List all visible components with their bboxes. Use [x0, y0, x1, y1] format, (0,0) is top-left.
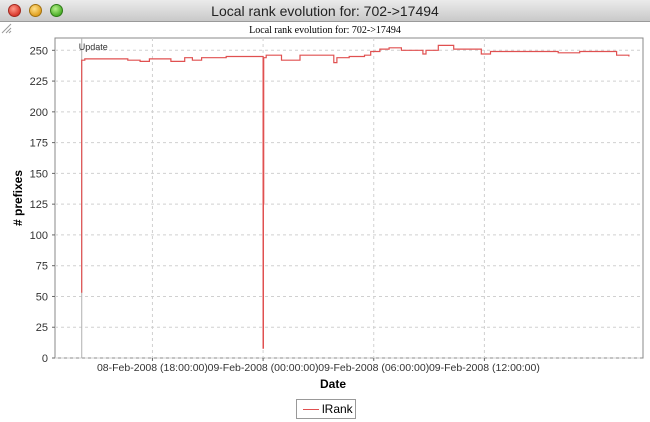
- y-tick-label: 0: [42, 353, 48, 365]
- x-tick-label: 08-Feb-2008 (18:00:00): [97, 362, 208, 374]
- line-chart: Local rank evolution for: 702->17494 0 25…: [11, 25, 644, 391]
- x-tick-label: 09-Feb-2008 (12:00:00): [429, 362, 540, 374]
- y-tick-label: 25: [36, 322, 48, 334]
- chart-title: Local rank evolution for: 702->17494: [249, 25, 401, 36]
- y-tick-label: 175: [30, 138, 48, 150]
- x-axis-label: Date: [320, 377, 346, 391]
- y-tick-label: 200: [30, 107, 48, 119]
- app-window: Local rank evolution for: 702->17494 Loc…: [0, 0, 650, 422]
- resize-grip-icon[interactable]: [0, 22, 12, 34]
- chart-panel: Local rank evolution for: 702->17494 0 25…: [0, 22, 650, 422]
- y-tick-label: 125: [30, 199, 48, 211]
- legend-label-lrank: lRank: [322, 402, 353, 416]
- y-tick-label: 50: [36, 291, 48, 303]
- y-tick-label: 150: [30, 168, 48, 180]
- legend-swatch-lrank: [303, 409, 319, 410]
- y-tick-label: 100: [30, 230, 48, 242]
- y-tick-label: 75: [36, 261, 48, 273]
- x-tick-label: 09-Feb-2008 (06:00:00): [318, 362, 429, 374]
- y-axis-label: # prefixes: [11, 170, 25, 226]
- annotation-label: Update: [79, 42, 108, 52]
- y-tick-label: 250: [30, 45, 48, 57]
- y-tick-label: 225: [30, 76, 48, 88]
- x-tick-label: 09-Feb-2008 (00:00:00): [208, 362, 319, 374]
- plot-area: [54, 37, 644, 359]
- chart-legend[interactable]: lRank: [296, 399, 356, 419]
- title-bar[interactable]: Local rank evolution for: 702->17494: [0, 0, 650, 22]
- window-title: Local rank evolution for: 702->17494: [211, 3, 439, 19]
